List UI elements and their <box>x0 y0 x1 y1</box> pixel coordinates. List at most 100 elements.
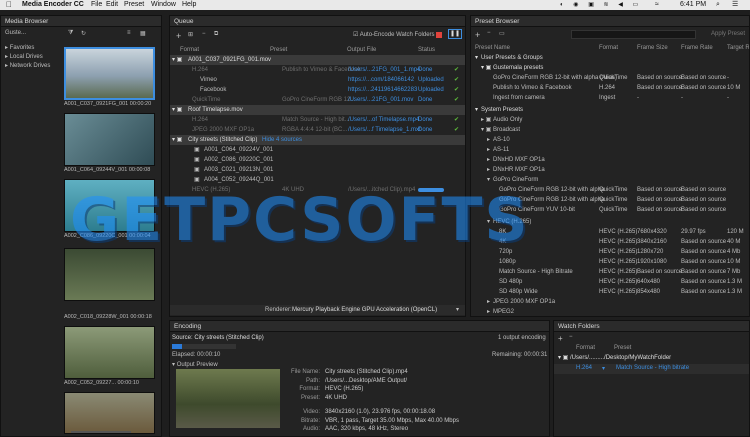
refresh-icon[interactable]: ↻ <box>81 30 86 37</box>
preset-row[interactable]: GoPro CineForm RGB 12-bit with alpha Qui… <box>471 195 749 205</box>
user-presets-subgroup[interactable]: ▾ ▣ Gustemala presets <box>471 63 749 73</box>
info-key: Path: <box>305 377 320 384</box>
preset-category[interactable]: ▸ DNxHR MXF OP1a <box>471 165 749 175</box>
search-icon[interactable]: ⌕ <box>716 0 720 10</box>
preset-row[interactable]: SD 480p HEVC (H.265) 640x480 Based on sourc… <box>471 277 749 287</box>
thumb-4[interactable] <box>64 326 155 379</box>
preset-category[interactable]: ▸ DNxHD MXF OP1a <box>471 155 749 165</box>
system-presets-group[interactable]: ▾ System Presets <box>471 105 749 115</box>
queue-output-row[interactable]: Vimeo https://...com/184066142 Uploaded … <box>170 75 465 85</box>
list-view-icon[interactable]: ≡ <box>127 30 131 36</box>
preset-category[interactable]: ▸ JPEG 2000 MXF OP1a <box>471 297 749 307</box>
wifi-icon[interactable]: ≈ <box>655 0 659 10</box>
duplicate-icon[interactable]: ⧉ <box>214 31 218 38</box>
preset-row[interactable]: Match Source - High Bitrate HEVC (H.265) B… <box>471 267 749 277</box>
thumb-2[interactable] <box>64 179 155 232</box>
menu-help[interactable]: Help <box>182 0 196 10</box>
new-preset-icon[interactable]: + <box>475 30 480 40</box>
add-source-icon[interactable]: + <box>176 31 181 41</box>
queue-output-row[interactable]: H.264 Publish to Vimeo & Facebook /Users… <box>170 65 465 75</box>
info-value: 3840x2160 (1.0), 23.976 fps, 00:00:18.08 <box>325 409 436 415</box>
pause-queue-button[interactable]: ❚❚ <box>448 29 462 39</box>
thumb-3[interactable] <box>64 248 155 301</box>
renderer-dropdown[interactable]: Mercury Playback Engine GPU Acceleration… <box>292 305 437 315</box>
preset-category[interactable]: ▾ ▣ Broadcast <box>471 125 749 135</box>
done-check-icon: ✔ <box>454 67 460 73</box>
folder-icon[interactable]: ▭ <box>499 30 505 37</box>
preset-row[interactable]: GoPro CineForm RGB 12-bit with alpha Qui… <box>471 185 749 195</box>
thumb-3-label: A002_C018_09228W_001 00:00:18 <box>64 314 152 320</box>
encoding-output-count: 1 output encoding <box>498 335 546 341</box>
info-value: VBR, 1 pass, Target 35.00 Mbps, Max 40.0… <box>325 417 459 424</box>
preset-row[interactable]: 720p HEVC (H.265) 1280x720 Based on source 4… <box>471 247 749 257</box>
queue-item-stitched[interactable]: ▾ ▣ City streets (Stitched Clip) Hide 4 s… <box>170 135 465 145</box>
add-folder-icon[interactable]: + <box>558 334 563 343</box>
preset-row[interactable]: 1080p HEVC (H.265) 1920x1080 Based on sourc… <box>471 257 749 267</box>
filter-icon[interactable]: ⧩ <box>68 30 73 37</box>
preset-category[interactable]: ▸ AS-11 <box>471 145 749 155</box>
queue-output-row[interactable]: Facebook https://...24119614662283 Uploa… <box>170 85 465 95</box>
menu-file[interactable]: File <box>91 0 102 10</box>
thumb-zoom-slider[interactable] <box>71 431 131 433</box>
stop-queue-icon[interactable] <box>436 32 442 38</box>
info-key: Format: <box>299 386 320 392</box>
wf-header-format: Format <box>576 345 596 351</box>
preset-row[interactable]: SD 480p Wide HEVC (H.265) 854x480 Based on … <box>471 287 749 297</box>
info-key: Preset: <box>300 394 320 401</box>
preset-category[interactable]: ▾ HEVC (H.265) <box>471 217 749 227</box>
thumb-0[interactable] <box>64 47 155 100</box>
thumb-1[interactable] <box>64 113 155 166</box>
encoding-output-row[interactable]: HEVC (H.265) 4K UHD /Users/...itched Cli… <box>170 185 465 195</box>
info-value: HEVC (H.265) <box>325 386 364 392</box>
preset-row[interactable]: 8K HEVC (H.265) 7680x4320 29.97 fps 120 M <box>471 227 749 237</box>
preset-row[interactable]: Publish to Vimeo & Facebook H.264 Based … <box>471 83 749 93</box>
queue-item-0[interactable]: ▾ ▣ A001_C037_0921FG_001.mov <box>170 55 465 65</box>
preset-search-input[interactable] <box>571 30 696 39</box>
queue-output-row[interactable]: QuickTime GoPro CineForm RGB 12... /User… <box>170 95 465 105</box>
queue-output-row[interactable]: H.264 Match Source - High bit... /Users/… <box>170 115 465 125</box>
clock[interactable]: 6:41 PM <box>680 0 706 10</box>
remove-folder-icon[interactable]: − <box>569 334 573 340</box>
preset-row[interactable]: GoPro CineForm RGB 12-bit with alpha (Al… <box>471 73 749 83</box>
grid-view-icon[interactable]: ▦ <box>140 30 146 37</box>
preset-category[interactable]: ▸ AS-10 <box>471 135 749 145</box>
preset-toolbar: + − ▭ Apply Preset <box>471 28 749 42</box>
location-dropdown[interactable]: Guste... <box>5 30 26 36</box>
elapsed-time: Elapsed: 00:00:10 <box>172 352 221 358</box>
queue-output-row[interactable]: JPEG 2000 MXF OP1a RGBA 4:4:4 12-bit (BC… <box>170 125 465 135</box>
preset-row[interactable]: Ingest from camera Ingest - - - <box>471 93 749 103</box>
auto-encode-checkbox[interactable]: ☑ Auto-Encode Watch Folders <box>353 31 435 38</box>
status-icons[interactable]: ◐ ◉ ▣ ≋ ◀ ▭ <box>560 0 642 10</box>
remove-icon[interactable]: − <box>202 31 206 37</box>
menu-window[interactable]: Window <box>151 0 176 10</box>
apply-preset-button[interactable]: Apply Preset <box>711 31 745 37</box>
remove-preset-icon[interactable]: − <box>487 30 491 36</box>
user-presets-group[interactable]: ▾ User Presets & Groups <box>471 53 749 63</box>
app-name-menu[interactable]: Media Encoder CC <box>22 0 84 10</box>
info-key: Video: <box>303 409 320 415</box>
watch-folder-row[interactable]: ▾ ▣ /Users/........./Desktop/MyWatchFold… <box>558 354 748 361</box>
list-icon[interactable]: ☰ <box>732 0 738 10</box>
renderer-bar: Renderer: Mercury Playback Engine GPU Ac… <box>170 305 465 315</box>
preset-row[interactable]: 4K HEVC (H.265) 3840x2160 Based on source 40… <box>471 237 749 247</box>
watch-folder-output[interactable]: H.264 ▾ Match Source - High bitrate <box>554 364 749 374</box>
preset-browser-title: Preset Browser <box>471 16 749 27</box>
settings-icon[interactable]: ⊞ <box>188 31 193 38</box>
preset-category[interactable]: ▸ MPEG2 <box>471 307 749 317</box>
encoding-progress-mini <box>418 188 444 192</box>
preset-category[interactable]: ▸ ▣ Audio Only <box>471 115 749 125</box>
hide-sources-link[interactable]: Hide 4 sources <box>262 135 302 145</box>
output-preview-label[interactable]: ▾ Output Preview <box>172 361 218 368</box>
menu-preset[interactable]: Preset <box>124 0 144 10</box>
preset-category[interactable]: ▾ GoPro CineForm <box>471 175 749 185</box>
preset-row[interactable]: GoPro CineForm YUV 10-bit QuickTime Base… <box>471 205 749 215</box>
chevron-down-icon: ▾ <box>602 366 606 372</box>
thumb-0-label: A001_C037_0921FG_001 00:00:20 <box>64 101 152 107</box>
chevron-down-icon[interactable]: ▾ <box>456 305 459 315</box>
menu-edit[interactable]: Edit <box>106 0 118 10</box>
media-browser-toolbar: Guste... ⧩ ↻ ≡ ▦ <box>1 28 161 40</box>
queue-item-1[interactable]: ▾ ▣ Roof Timelapse.mov <box>170 105 465 115</box>
encoding-info-row: Audio: AAC, 320 kbps, 48 kHz, Stereo <box>285 426 550 435</box>
thumb-5[interactable] <box>64 392 155 434</box>
apple-icon[interactable]:  <box>6 0 12 10</box>
